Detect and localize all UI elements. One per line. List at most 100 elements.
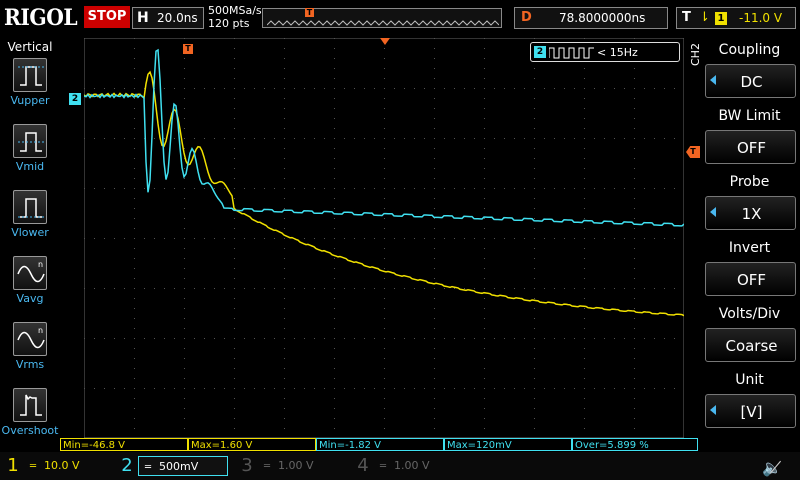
vavg-icon: n xyxy=(13,256,47,290)
bw-limit-value-box[interactable]: OFF xyxy=(705,130,796,164)
probe-value-box[interactable]: 1X xyxy=(705,196,796,230)
vavg-label: Vavg xyxy=(16,292,44,305)
svg-text:n: n xyxy=(38,326,43,335)
invert-menu-item[interactable]: Invert OFF xyxy=(703,238,796,300)
ch1-scale-box: ═ 10.0 V xyxy=(24,456,110,476)
ch3-scale: 1.00 V xyxy=(278,459,314,472)
square-wave-icon xyxy=(549,47,594,59)
bw-limit-menu-item[interactable]: BW Limit OFF xyxy=(703,106,796,168)
bw-limit-title: BW Limit xyxy=(718,108,781,124)
menu-channel-label: CH2 xyxy=(689,43,702,66)
invert-title: Invert xyxy=(728,240,771,256)
volts-div-title: Volts/Div xyxy=(718,306,781,322)
ch4-scale-box: ═ 1.00 V xyxy=(374,456,460,476)
top-status-bar: RIGOL STOP H 20.0ns 500MSa/s 120 pts T D… xyxy=(0,0,800,38)
ch3-button[interactable]: 3 ═ 1.00 V xyxy=(236,454,346,478)
vrms-label: Vrms xyxy=(15,358,45,371)
frequency-counter: 2 < 15Hz xyxy=(530,42,680,62)
delay-value: 78.8000000ns xyxy=(559,11,646,25)
delay-box[interactable]: D 78.8000000ns xyxy=(514,7,668,29)
invert-value-box[interactable]: OFF xyxy=(705,262,796,296)
vupper-icon xyxy=(13,58,47,92)
coupling-value: DC xyxy=(740,73,763,91)
frequency-value: < 15Hz xyxy=(597,46,638,59)
ch3-number: 3 xyxy=(241,455,253,476)
channel-status-bar: 1 ═ 10.0 V 2 ═ 500mV 3 ═ 1.00 V 4 ═ 1.00 V 🔈… xyxy=(0,452,800,480)
ch4-button[interactable]: 4 ═ 1.00 V xyxy=(352,454,462,478)
unit-value-box[interactable]: [V] xyxy=(705,394,796,428)
ch1-button[interactable]: 1 ═ 10.0 V xyxy=(2,454,112,478)
dc-coupling-icon: ═ xyxy=(145,462,152,473)
measure-vupper[interactable]: Vupper xyxy=(0,58,60,124)
delay-label: D xyxy=(521,10,532,25)
ch2-offset-marker: 2 xyxy=(69,93,81,105)
measurement-bar: Min=-46.8 V Max=1.60 V Min=-1.82 V Max=1… xyxy=(60,438,700,452)
trigger-level-marker: T xyxy=(686,146,700,158)
overshoot-label: Overshoot xyxy=(1,424,59,437)
ch2-scale: 500mV xyxy=(159,460,199,473)
timebase-value: 20.0ns xyxy=(157,11,198,25)
ch1-max-measurement[interactable]: Max=1.60 V xyxy=(188,438,316,451)
trigger-label: T xyxy=(682,10,691,25)
trigger-level: -11.0 V xyxy=(739,11,783,25)
vrms-icon: n xyxy=(13,322,47,356)
channel-menu: Coupling DC BW Limit OFF Probe 1X Invert… xyxy=(703,38,800,442)
ch2-button[interactable]: 2 ═ 500mV xyxy=(116,454,232,478)
volts-div-value: Coarse xyxy=(725,337,778,355)
trigger-source-badge: 1 xyxy=(715,12,727,25)
frequency-channel-badge: 2 xyxy=(534,46,546,58)
probe-title: Probe xyxy=(729,174,770,190)
overshoot-icon xyxy=(13,388,47,422)
measure-vmid[interactable]: Vmid xyxy=(0,124,60,190)
svg-text:n: n xyxy=(38,260,43,269)
dc-coupling-icon: ═ xyxy=(380,461,387,472)
run-stop-button[interactable]: STOP xyxy=(84,6,130,28)
measure-vlower[interactable]: Vlower xyxy=(0,190,60,256)
coupling-menu-item[interactable]: Coupling DC xyxy=(703,40,796,102)
rigol-logo: RIGOL xyxy=(4,5,78,31)
waveform-display[interactable] xyxy=(84,38,684,438)
memory-points: 120 pts xyxy=(208,17,250,30)
vmid-icon xyxy=(13,124,47,158)
ch2-min-measurement[interactable]: Min=-1.82 V xyxy=(316,438,444,451)
unit-menu-item[interactable]: Unit [V] xyxy=(703,370,796,432)
measure-menu: Vertical Vupper Vmid Vlower n Vavg n Vrm… xyxy=(0,38,60,450)
ch1-min-measurement[interactable]: Min=-46.8 V xyxy=(60,438,188,451)
memory-trigger-marker: T xyxy=(305,8,314,17)
ch3-scale-box: ═ 1.00 V xyxy=(258,456,344,476)
timebase-box[interactable]: H 20.0ns xyxy=(132,7,204,29)
timebase-label: H xyxy=(137,10,149,26)
ch2-number: 2 xyxy=(121,455,133,476)
bw-limit-value: OFF xyxy=(736,139,767,157)
dc-coupling-icon: ═ xyxy=(30,461,37,472)
unit-title: Unit xyxy=(735,372,764,388)
volts-div-value-box[interactable]: Coarse xyxy=(705,328,796,362)
sound-muted-icon[interactable]: 🔈̸ xyxy=(762,458,782,477)
probe-value: 1X xyxy=(741,205,762,223)
measure-menu-title: Vertical xyxy=(7,40,53,54)
ch1-number: 1 xyxy=(7,455,19,476)
ch2-scale-box: ═ 500mV xyxy=(138,456,228,476)
ch2-overshoot-measurement[interactable]: Over=5.899 % xyxy=(572,438,698,451)
ch4-number: 4 xyxy=(357,455,369,476)
unit-value: [V] xyxy=(740,403,763,421)
vmid-label: Vmid xyxy=(15,160,45,173)
volts-div-menu-item[interactable]: Volts/Div Coarse xyxy=(703,304,796,366)
memory-overview-bar: T xyxy=(262,8,502,28)
coupling-title: Coupling xyxy=(718,42,781,58)
measure-vavg[interactable]: n Vavg xyxy=(0,256,60,322)
measure-vrms[interactable]: n Vrms xyxy=(0,322,60,388)
vlower-icon xyxy=(13,190,47,224)
memory-waveform-icon xyxy=(267,20,499,26)
probe-menu-item[interactable]: Probe 1X xyxy=(703,172,796,234)
trigger-box[interactable]: T ⇂ 1 -11.0 V xyxy=(676,7,796,29)
ch4-scale: 1.00 V xyxy=(394,459,430,472)
invert-value: OFF xyxy=(736,271,767,289)
ch2-max-measurement[interactable]: Max=120mV xyxy=(444,438,572,451)
trigger-position-marker: T xyxy=(183,44,193,54)
sample-info: 500MSa/s 120 pts xyxy=(208,4,262,30)
coupling-value-box[interactable]: DC xyxy=(705,64,796,98)
measure-overshoot[interactable]: Overshoot xyxy=(0,388,60,454)
dc-coupling-icon: ═ xyxy=(264,461,271,472)
vupper-label: Vupper xyxy=(10,94,50,107)
